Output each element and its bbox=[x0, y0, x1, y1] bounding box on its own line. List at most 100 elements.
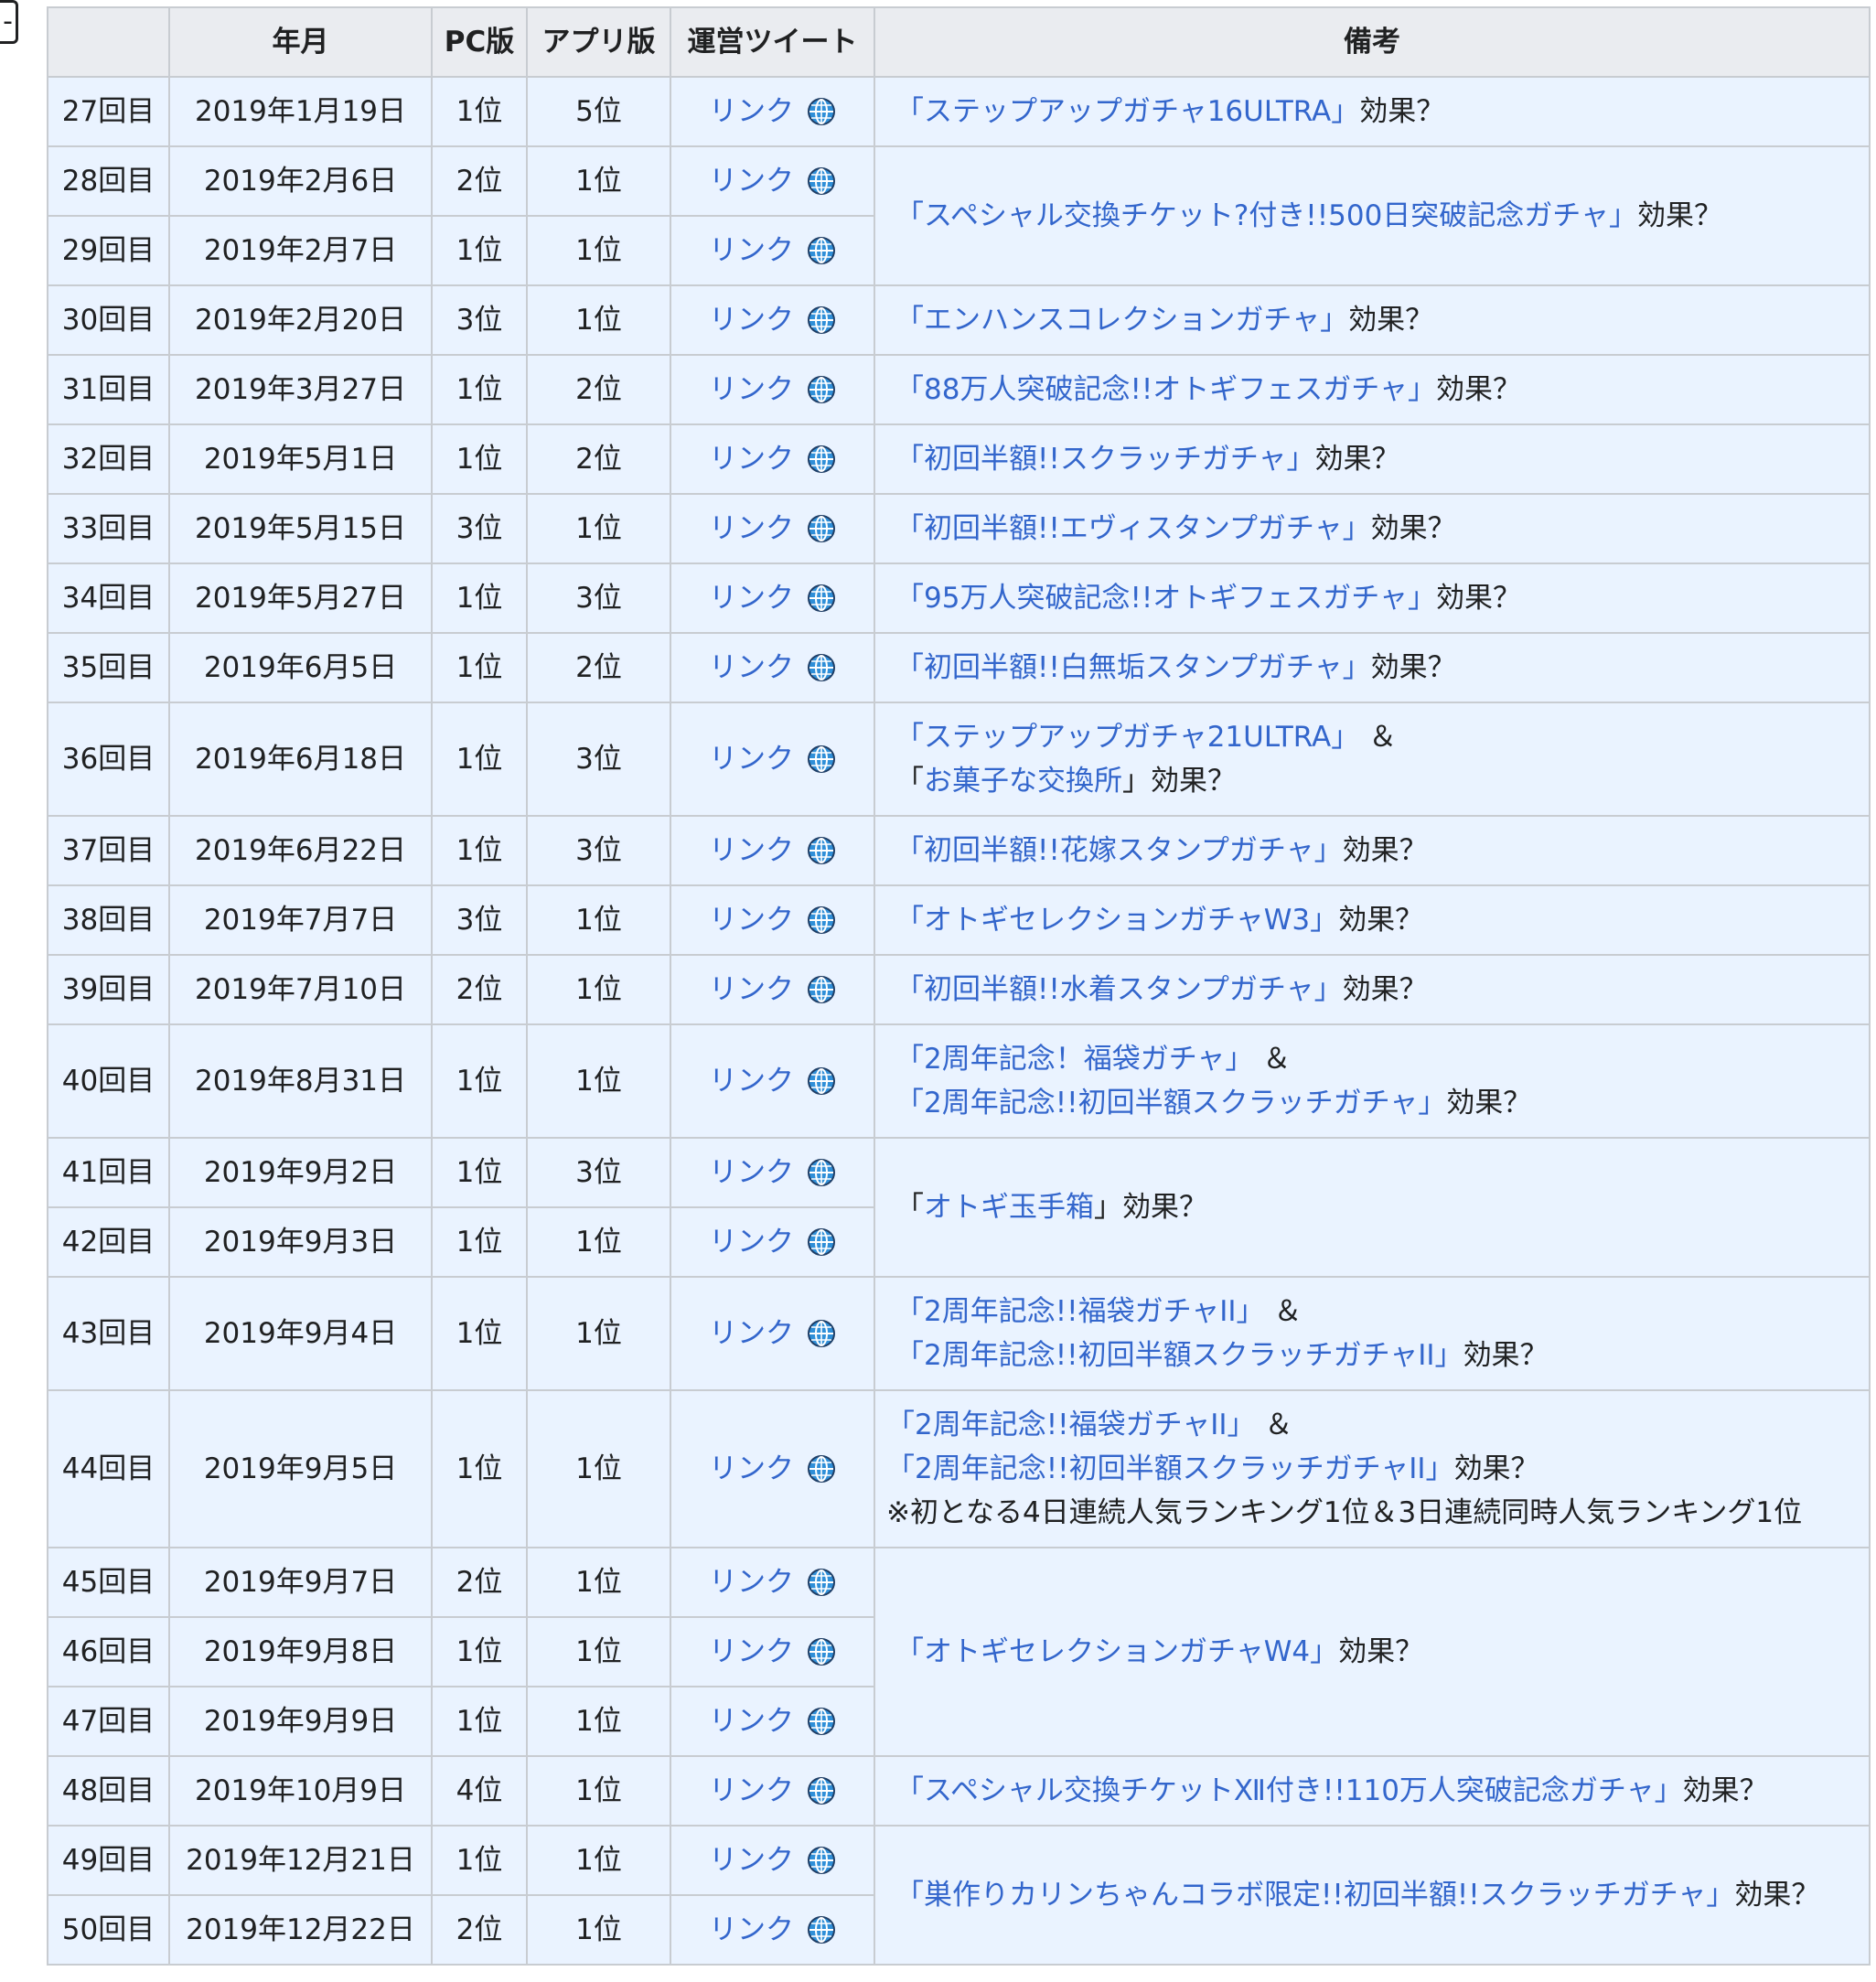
round-label: 35回目 bbox=[61, 651, 155, 684]
tweet-link[interactable]: リンク bbox=[709, 159, 836, 203]
note-link[interactable]: 「2周年記念!!福袋ガチャII」 bbox=[886, 1409, 1256, 1441]
tweet-link[interactable]: リンク bbox=[709, 1220, 836, 1264]
tweet-link-label: リンク bbox=[709, 1913, 794, 1946]
tweet-link[interactable]: リンク bbox=[709, 1630, 836, 1674]
app-rank-cell: 1位 bbox=[526, 1616, 671, 1687]
date-cell: 2019年2月20日 bbox=[168, 284, 433, 356]
pc-rank: 1位 bbox=[456, 582, 503, 615]
pc-rank-cell: 1位 bbox=[431, 815, 528, 886]
note-link[interactable]: 「初回半額!!花嫁スタンプガチャ」 bbox=[895, 834, 1343, 867]
note-link[interactable]: 「2周年記念!!初回半額スクラッチガチャ」 bbox=[895, 1087, 1446, 1120]
note-suffix: 効果？ bbox=[1314, 443, 1400, 476]
note-link[interactable]: 「2周年記念!!初回半額スクラッチガチャII」 bbox=[895, 1339, 1463, 1372]
date-label: 2019年9月8日 bbox=[203, 1635, 398, 1668]
tweet-link[interactable]: リンク bbox=[709, 368, 836, 412]
pc-rank-cell: 3位 bbox=[431, 493, 528, 564]
note-link[interactable]: お菓子な交換所 bbox=[924, 765, 1122, 798]
note-link[interactable]: 「エンハンスコレクションガチャ」 bbox=[895, 304, 1348, 337]
date-label: 2019年9月2日 bbox=[203, 1156, 398, 1189]
tweet-link[interactable]: リンク bbox=[709, 507, 836, 551]
tweet-cell: リンク bbox=[670, 493, 875, 564]
app-rank-cell: 3位 bbox=[526, 1137, 671, 1208]
round-label: 37回目 bbox=[61, 834, 155, 867]
tweet-link[interactable]: リンク bbox=[709, 437, 836, 481]
round-cell: 39回目 bbox=[47, 954, 170, 1025]
tweet-link[interactable]: リンク bbox=[709, 737, 836, 781]
tweet-link[interactable]: リンク bbox=[709, 298, 836, 342]
tweet-link[interactable]: リンク bbox=[709, 1151, 836, 1195]
tweet-link[interactable]: リンク bbox=[709, 1560, 836, 1604]
note-link[interactable]: 「初回半額!!白無垢スタンプガチャ」 bbox=[895, 651, 1371, 684]
note-link[interactable]: 「初回半額!!スクラッチガチャ」 bbox=[895, 443, 1315, 476]
round-cell: 47回目 bbox=[47, 1686, 170, 1757]
note-link[interactable]: 「スペシャル交換チケットⅫ付き!!110万人突破記念ガチャ」 bbox=[895, 1774, 1683, 1807]
note-link[interactable]: 「初回半額!!エヴィスタンプガチャ」 bbox=[895, 512, 1371, 545]
note-link[interactable]: 「2周年記念！福袋ガチャ」 bbox=[895, 1043, 1253, 1076]
pc-rank: 1位 bbox=[456, 1065, 503, 1098]
tweet-link[interactable]: リンク bbox=[709, 1908, 836, 1952]
pc-rank: 3位 bbox=[456, 904, 503, 937]
app-rank-cell: 3位 bbox=[526, 815, 671, 886]
tweet-link[interactable]: リンク bbox=[709, 968, 836, 1012]
globe-icon bbox=[808, 837, 835, 864]
tweet-link[interactable]: リンク bbox=[709, 1447, 836, 1491]
date-label: 2019年9月4日 bbox=[203, 1317, 398, 1350]
note-link[interactable]: 「オトギセレクションガチャW4」 bbox=[895, 1635, 1338, 1668]
round-cell: 27回目 bbox=[47, 76, 170, 147]
tweet-link-label: リンク bbox=[709, 234, 794, 267]
note-cell: 「2周年記念!!福袋ガチャII」 ＆ 「2周年記念!!初回半額スクラッチガチャII… bbox=[874, 1276, 1871, 1391]
tweet-link[interactable]: リンク bbox=[709, 898, 836, 942]
tweet-link[interactable]: リンク bbox=[709, 1838, 836, 1882]
note-link[interactable]: 「オトギセレクションガチャW3」 bbox=[895, 904, 1338, 937]
note-link[interactable]: 「2周年記念!!福袋ガチャII」 bbox=[895, 1295, 1265, 1328]
date-label: 2019年6月5日 bbox=[203, 651, 398, 684]
note-link[interactable]: 「95万人突破記念!!オトギフェスガチャ」 bbox=[895, 582, 1436, 615]
header-tweet: 運営ツイート bbox=[670, 6, 875, 78]
collapse-button[interactable]: - bbox=[0, 0, 18, 44]
round-label: 45回目 bbox=[61, 1566, 155, 1599]
round-label: 39回目 bbox=[61, 973, 155, 1006]
note-link[interactable]: オトギ玉手箱 bbox=[924, 1191, 1094, 1224]
pc-rank: 1位 bbox=[456, 651, 503, 684]
pc-rank: 2位 bbox=[456, 973, 503, 1006]
app-rank: 1位 bbox=[575, 1317, 622, 1350]
tweet-link[interactable]: リンク bbox=[709, 229, 836, 273]
table-row: 43回目 2019年9月4日 1位 1位 リンク 「2周年記念!!福袋ガチャII… bbox=[47, 1276, 1871, 1391]
tweet-link[interactable]: リンク bbox=[709, 829, 836, 873]
note-suffix: 効果？ bbox=[1370, 512, 1456, 545]
note-link[interactable]: 「88万人突破記念!!オトギフェスガチャ」 bbox=[895, 373, 1436, 406]
tweet-link[interactable]: リンク bbox=[709, 1312, 836, 1355]
pc-rank: 2位 bbox=[456, 165, 503, 198]
globe-icon bbox=[808, 745, 835, 773]
date-cell: 2019年9月9日 bbox=[168, 1686, 433, 1757]
note-cell: 「ステップアップガチャ21ULTRA」 ＆ 「お菓子な交換所」効果？ bbox=[874, 702, 1871, 817]
date-label: 2019年7月7日 bbox=[203, 904, 398, 937]
tweet-link[interactable]: リンク bbox=[709, 1059, 836, 1103]
note-link[interactable]: 「ステップアップガチャ16ULTRA」 bbox=[895, 95, 1359, 128]
tweet-link[interactable]: リンク bbox=[709, 576, 836, 620]
round-cell: 28回目 bbox=[47, 145, 170, 217]
note-link[interactable]: 「巣作りカリンちゃんコラボ限定!!初回半額!!スクラッチガチャ」 bbox=[895, 1879, 1734, 1912]
app-rank: 2位 bbox=[575, 443, 622, 476]
tweet-cell: リンク bbox=[670, 1276, 875, 1391]
note-link[interactable]: 「ステップアップガチャ21ULTRA」 bbox=[895, 721, 1359, 754]
tweet-link[interactable]: リンク bbox=[709, 1699, 836, 1743]
globe-icon bbox=[808, 376, 835, 403]
date-cell: 2019年9月4日 bbox=[168, 1276, 433, 1391]
date-cell: 2019年5月1日 bbox=[168, 423, 433, 495]
tweet-link[interactable]: リンク bbox=[709, 90, 836, 134]
pc-rank: 2位 bbox=[456, 1566, 503, 1599]
note-cell: 「95万人突破記念!!オトギフェスガチャ」効果？ bbox=[874, 562, 1871, 634]
note-cell: 「オトギセレクションガチャW4」効果？ bbox=[874, 1547, 1871, 1757]
note-suffix: 効果？ bbox=[1342, 834, 1428, 867]
note-link[interactable]: 「2周年記念!!初回半額スクラッチガチャII」 bbox=[886, 1452, 1454, 1485]
app-rank: 1位 bbox=[575, 1774, 622, 1807]
tweet-cell: リンク bbox=[670, 76, 875, 147]
note-link[interactable]: 「スペシャル交換チケット?付き!!500日突破記念ガチャ」 bbox=[895, 199, 1637, 232]
tweet-link[interactable]: リンク bbox=[709, 1769, 836, 1813]
app-rank-cell: 2位 bbox=[526, 423, 671, 495]
note-link[interactable]: 「初回半額!!水着スタンプガチャ」 bbox=[895, 973, 1343, 1006]
round-label: 41回目 bbox=[61, 1156, 155, 1189]
tweet-link[interactable]: リンク bbox=[709, 646, 836, 690]
ampersand: ＆ bbox=[1262, 1043, 1292, 1076]
